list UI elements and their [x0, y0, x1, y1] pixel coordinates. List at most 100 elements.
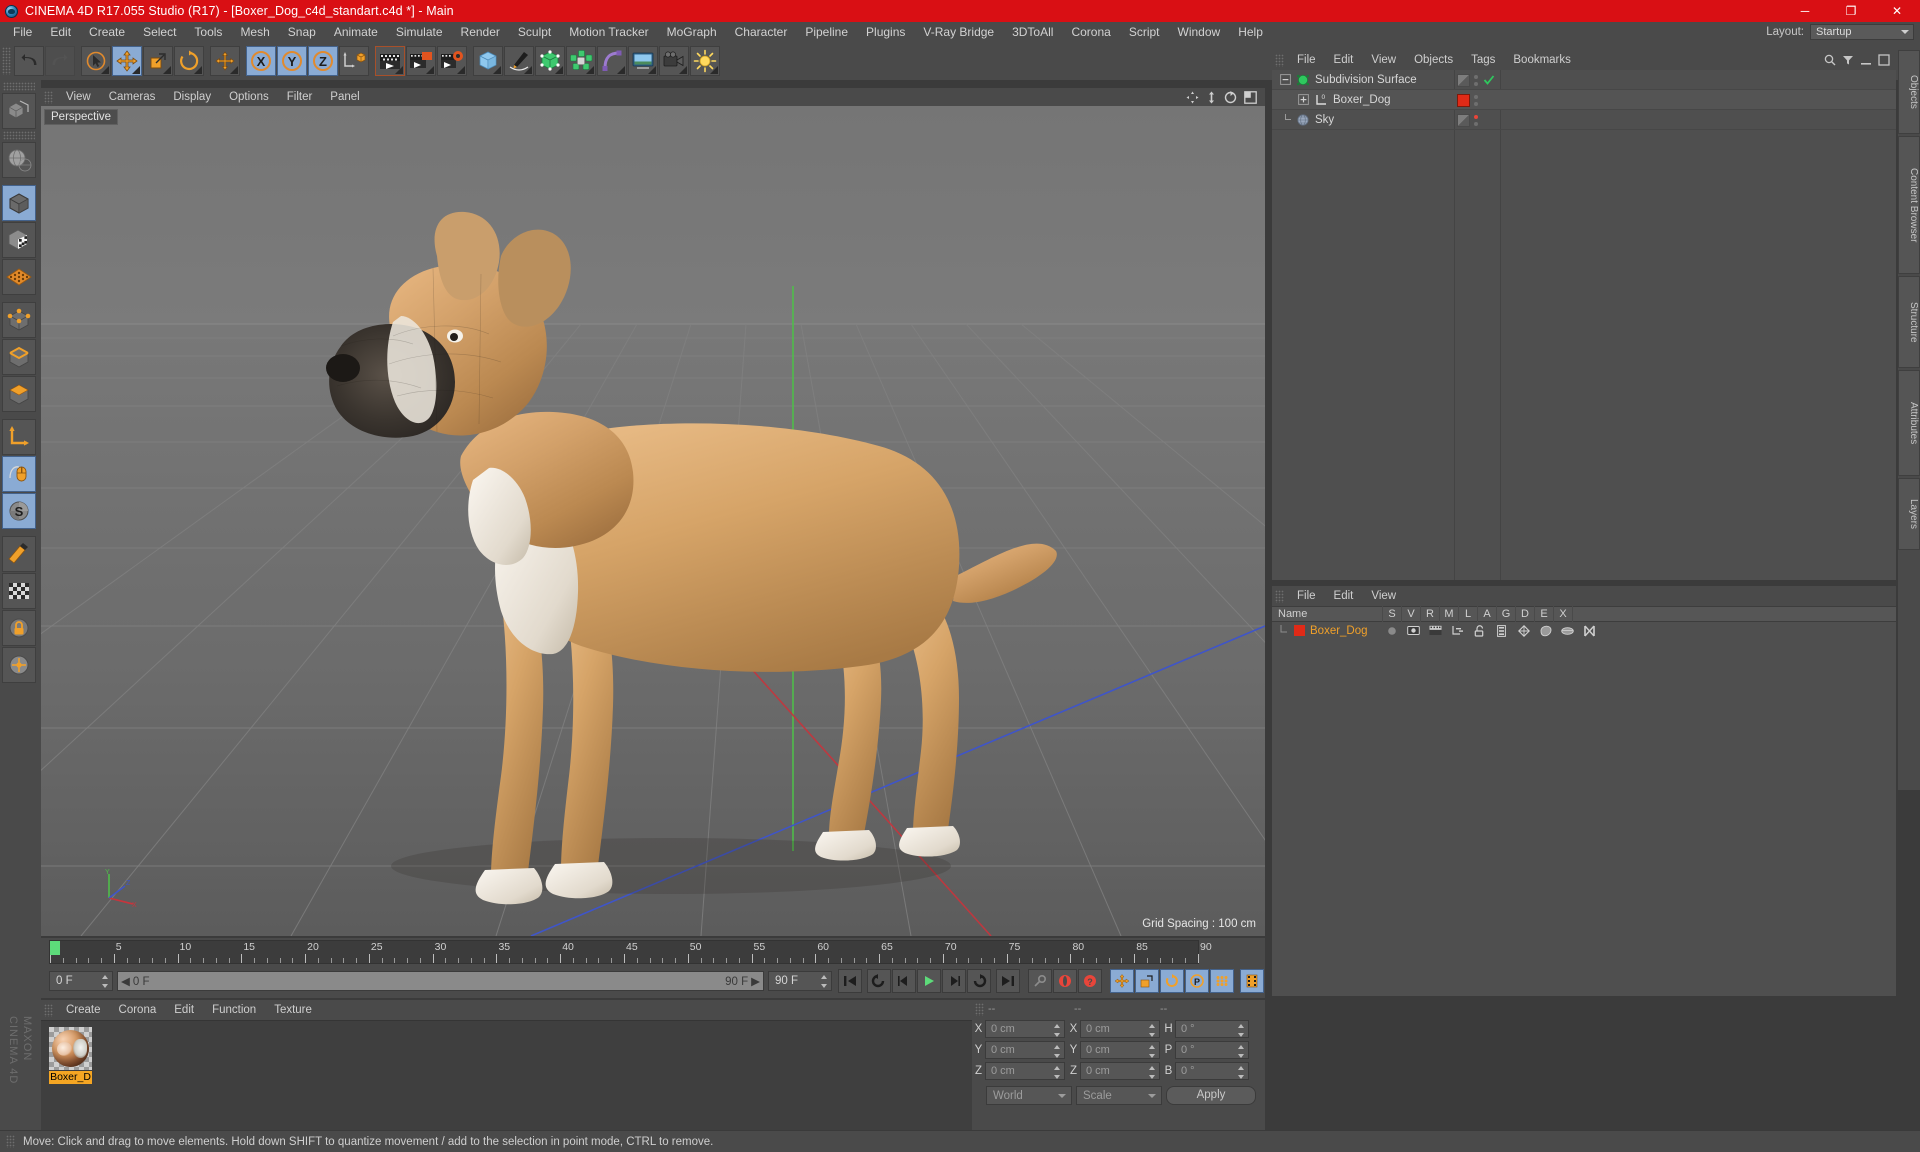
material-menu-create[interactable]: Create: [57, 1004, 110, 1016]
soft-selection-button[interactable]: S: [2, 493, 36, 529]
object-menu-edit[interactable]: Edit: [1325, 54, 1363, 66]
transform-mode-select[interactable]: Scale: [1076, 1086, 1162, 1105]
flag-x[interactable]: [1580, 625, 1599, 637]
left-palette-grip-2[interactable]: [3, 131, 35, 140]
object-menu-objects[interactable]: Objects: [1405, 54, 1462, 66]
column-g[interactable]: G: [1496, 606, 1515, 622]
flag-d[interactable]: [1536, 625, 1555, 637]
filter-icon[interactable]: [1842, 54, 1854, 66]
polygon-mode-button[interactable]: [2, 376, 36, 412]
add-environment-button[interactable]: [628, 46, 658, 76]
content-browser-tab[interactable]: Content Browser: [1898, 136, 1920, 274]
menu-character[interactable]: Character: [726, 22, 797, 42]
flag-r[interactable]: [1426, 625, 1445, 636]
object-menu-file[interactable]: File: [1288, 54, 1325, 66]
size-x-field[interactable]: 0 cm: [1080, 1020, 1160, 1038]
search-icon[interactable]: [1824, 54, 1836, 66]
timeline-toggle-button[interactable]: [1240, 969, 1264, 993]
lock-x-button[interactable]: X: [246, 46, 276, 76]
play-button[interactable]: [917, 969, 941, 993]
column-x[interactable]: X: [1553, 606, 1572, 622]
play-backwards-button[interactable]: [867, 969, 891, 993]
rot-h-field[interactable]: 0 °: [1175, 1020, 1249, 1038]
column-a[interactable]: A: [1477, 606, 1496, 622]
menu-mograph[interactable]: MoGraph: [658, 22, 726, 42]
zoom-view-icon[interactable]: [1206, 91, 1217, 104]
lock-y-button[interactable]: Y: [277, 46, 307, 76]
render-view-button[interactable]: [375, 46, 405, 76]
scale-tool[interactable]: [143, 46, 173, 76]
attr-menu-file[interactable]: File: [1288, 590, 1325, 602]
column-d[interactable]: D: [1515, 606, 1534, 622]
viewport-menu-filter[interactable]: Filter: [278, 91, 322, 103]
add-cube-button[interactable]: [473, 46, 503, 76]
attribute-panel-grip[interactable]: [1275, 590, 1284, 603]
redo-button[interactable]: [45, 46, 75, 76]
point-mode-button[interactable]: [2, 302, 36, 338]
quantize-button[interactable]: [2, 573, 36, 609]
column-m[interactable]: M: [1439, 606, 1458, 622]
preview-end-field[interactable]: 90 F: [768, 971, 832, 991]
attributes-tab[interactable]: Attributes: [1898, 370, 1920, 476]
viewport-menu-panel[interactable]: Panel: [321, 91, 368, 103]
material-manager-grip[interactable]: [44, 1004, 53, 1017]
menu-simulate[interactable]: Simulate: [387, 22, 452, 42]
world-object-coord-button[interactable]: [339, 46, 369, 76]
attr-menu-view[interactable]: View: [1362, 590, 1405, 602]
coord-system-select[interactable]: World: [986, 1086, 1072, 1105]
menu-3dtoall[interactable]: 3DToAll: [1003, 22, 1062, 42]
keyframe-selection-button[interactable]: ?: [1078, 969, 1102, 993]
object-menu-tags[interactable]: Tags: [1462, 54, 1504, 66]
menu-create[interactable]: Create: [80, 22, 134, 42]
menu-tools[interactable]: Tools: [185, 22, 231, 42]
table-row[interactable]: Subdivision Surface: [1272, 70, 1896, 90]
menu-file[interactable]: File: [4, 22, 41, 42]
lock-z-button[interactable]: Z: [308, 46, 338, 76]
object-manager-grip[interactable]: [1275, 54, 1284, 67]
menu-render[interactable]: Render: [452, 22, 509, 42]
viewport-menu-options[interactable]: Options: [220, 91, 278, 103]
add-light-button[interactable]: [690, 46, 720, 76]
viewport-menu-grip[interactable]: [44, 91, 53, 104]
object-menu-bookmarks[interactable]: Bookmarks: [1504, 54, 1580, 66]
model-mode-button[interactable]: [2, 185, 36, 221]
viewport-3d[interactable]: Perspective: [41, 106, 1265, 936]
current-frame-field[interactable]: 0 F: [49, 971, 113, 991]
add-array-button[interactable]: [566, 46, 596, 76]
objects-tab[interactable]: Objects: [1898, 50, 1920, 134]
menu-animate[interactable]: Animate: [325, 22, 387, 42]
make-editable-button[interactable]: [2, 93, 36, 129]
viewport-globe-button[interactable]: [2, 142, 36, 178]
structure-tab[interactable]: Structure: [1898, 276, 1920, 368]
flag-e[interactable]: [1558, 626, 1577, 635]
current-frame-marker[interactable]: [50, 941, 60, 955]
flag-l[interactable]: [1470, 625, 1489, 637]
menu-motion-tracker[interactable]: Motion Tracker: [560, 22, 657, 42]
key-parameter-button[interactable]: P: [1185, 969, 1209, 993]
frame-spinner[interactable]: [102, 975, 109, 988]
table-row[interactable]: Sky: [1272, 110, 1896, 130]
pan-view-icon[interactable]: [1186, 91, 1199, 104]
viewport-menu-view[interactable]: View: [57, 91, 100, 103]
maximize-button[interactable]: ❐: [1828, 0, 1874, 22]
menu-snap[interactable]: Snap: [279, 22, 325, 42]
maximize-view-icon[interactable]: [1244, 91, 1257, 104]
attr-menu-edit[interactable]: Edit: [1325, 590, 1363, 602]
menu-plugins[interactable]: Plugins: [857, 22, 914, 42]
material-tag-icon[interactable]: [1457, 94, 1470, 107]
table-row[interactable]: 0 Boxer_Dog: [1272, 90, 1896, 110]
rot-b-field[interactable]: 0 °: [1175, 1062, 1249, 1080]
menu-window[interactable]: Window: [1169, 22, 1230, 42]
visibility-dots[interactable]: [1474, 75, 1478, 86]
minimize-button[interactable]: ─: [1782, 0, 1828, 22]
record-button[interactable]: [1053, 969, 1077, 993]
menu-edit[interactable]: Edit: [41, 22, 80, 42]
menu-mesh[interactable]: Mesh: [231, 22, 278, 42]
add-spline-button[interactable]: [504, 46, 534, 76]
coordinates-grip[interactable]: [975, 1003, 984, 1016]
rotate-tool[interactable]: [174, 46, 204, 76]
flag-s[interactable]: [1382, 626, 1401, 636]
menu-help[interactable]: Help: [1229, 22, 1272, 42]
status-bar-grip[interactable]: [6, 1135, 15, 1148]
preview-end-spinner[interactable]: [821, 975, 828, 988]
